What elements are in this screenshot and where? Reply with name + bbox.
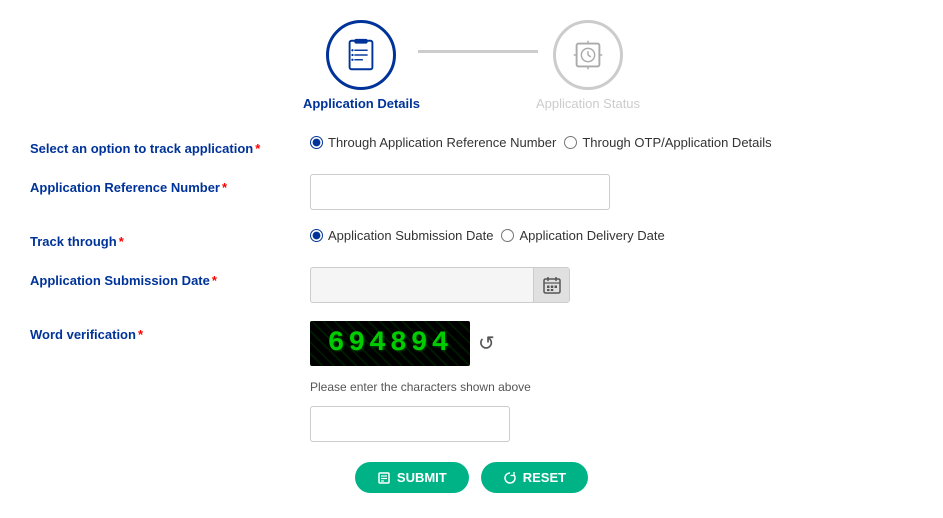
app-ref-row: Application Reference Number* (30, 174, 913, 210)
track-submission-radio-input[interactable] (310, 229, 323, 242)
captcha-image: 694894 (310, 321, 470, 366)
track-radio-otp-input[interactable] (564, 136, 577, 149)
page-wrapper: Application Details Application Status (0, 0, 943, 518)
track-option-row: Select an option to track application* T… (30, 135, 913, 156)
track-delivery-radio[interactable]: Application Delivery Date (501, 228, 664, 243)
submission-date-row: Application Submission Date* (30, 267, 913, 303)
track-option-controls: Through Application Reference Number Thr… (310, 135, 913, 150)
step-1: Application Details (303, 20, 420, 111)
track-radio-otp[interactable]: Through OTP/Application Details (564, 135, 771, 150)
captcha-refresh-button[interactable]: ↺ (478, 331, 495, 356)
stepper: Application Details Application Status (20, 10, 923, 111)
captcha-wrap: 694894 ↺ (310, 321, 495, 366)
track-through-label: Track through* (30, 228, 310, 249)
track-through-controls: Application Submission Date Application … (310, 228, 913, 243)
submission-date-label: Application Submission Date* (30, 267, 310, 288)
reset-button[interactable]: RESET (481, 462, 588, 493)
calendar-button[interactable] (533, 268, 569, 302)
step-1-circle (326, 20, 396, 90)
submission-date-controls (310, 267, 913, 303)
step-connector (418, 50, 538, 53)
captcha-controls: 694894 ↺ Please enter the characters sho… (310, 321, 913, 442)
captcha-row: Word verification* 694894 ↺ Please enter… (30, 321, 913, 442)
button-row: SUBMIT RESET (20, 462, 923, 493)
step-1-label: Application Details (303, 96, 420, 111)
step-2-circle (553, 20, 623, 90)
captcha-entry-input[interactable] (310, 406, 510, 442)
app-ref-label: Application Reference Number* (30, 174, 310, 195)
form-section: Select an option to track application* T… (20, 135, 923, 442)
track-option-label: Select an option to track application* (30, 135, 310, 156)
date-input-wrap (310, 267, 570, 303)
captcha-value: 694894 (328, 328, 453, 359)
date-input-field[interactable] (311, 272, 533, 299)
submit-button[interactable]: SUBMIT (355, 462, 469, 493)
step-2-label: Application Status (536, 96, 640, 111)
captcha-hint: Please enter the characters shown above (310, 380, 531, 394)
track-radio-ref[interactable]: Through Application Reference Number (310, 135, 556, 150)
track-through-row: Track through* Application Submission Da… (30, 228, 913, 249)
track-radio-ref-input[interactable] (310, 136, 323, 149)
track-delivery-radio-input[interactable] (501, 229, 514, 242)
captcha-label: Word verification* (30, 321, 310, 342)
track-submission-radio[interactable]: Application Submission Date (310, 228, 493, 243)
app-ref-controls (310, 174, 913, 210)
step-2: Application Status (536, 20, 640, 111)
app-ref-input[interactable] (310, 174, 610, 210)
